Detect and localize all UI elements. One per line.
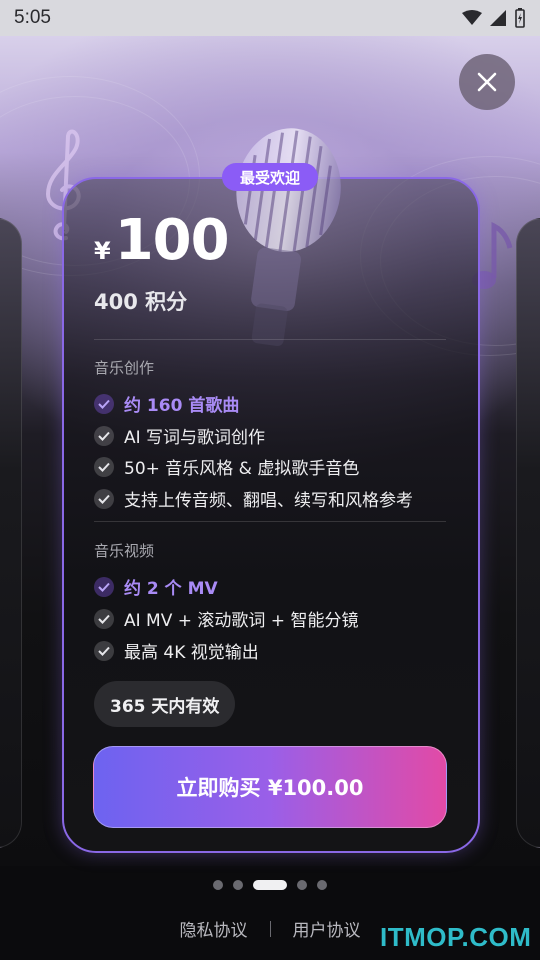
page-dot-active[interactable] xyxy=(253,880,287,890)
divider xyxy=(94,339,446,340)
wifi-icon xyxy=(462,10,482,25)
feature-item: AI 写词与歌词创作 xyxy=(94,423,265,448)
status-time: 5:05 xyxy=(14,7,51,28)
check-icon xyxy=(94,425,114,446)
feature-text: 支持上传音频、翻唱、续写和风格参考 xyxy=(124,491,413,511)
popular-badge: 最受欢迎 xyxy=(222,163,318,191)
page-dot[interactable] xyxy=(297,880,307,890)
footer-separator xyxy=(269,920,271,937)
feature-item: 支持上传音频、翻唱、续写和风格参考 xyxy=(94,486,413,511)
feature-item: 约 2 个 MV xyxy=(94,574,218,599)
section-title-music-creation: 音乐创作 xyxy=(94,359,155,377)
page-dot[interactable] xyxy=(233,880,243,890)
feature-item: AI MV + 滚动歌词 + 智能分镜 xyxy=(94,606,358,631)
privacy-link[interactable]: 隐私协议 xyxy=(180,916,248,941)
next-plan-card[interactable] xyxy=(516,218,540,848)
status-icons xyxy=(462,8,526,28)
feature-item: 约 160 首歌曲 xyxy=(94,391,239,416)
battery-icon xyxy=(515,8,525,28)
prev-plan-card[interactable] xyxy=(0,218,22,848)
page-indicator xyxy=(0,880,540,890)
signal-icon xyxy=(490,10,506,26)
close-icon xyxy=(477,72,497,92)
check-icon xyxy=(94,456,114,477)
price: ¥ 100 xyxy=(94,208,230,273)
watermark: ITMOP.COM xyxy=(380,922,532,952)
divider xyxy=(94,521,446,522)
feature-text: 约 2 个 MV xyxy=(124,579,218,599)
feature-text: 50+ 音乐风格 & 虚拟歌手音色 xyxy=(124,459,360,479)
price-amount: 100 xyxy=(114,208,230,273)
microphone-illustration xyxy=(236,128,341,347)
check-icon xyxy=(94,488,114,509)
validity-badge: 365 天内有效 xyxy=(94,681,236,727)
points-label: 400 积分 xyxy=(94,290,188,314)
check-icon xyxy=(94,393,114,414)
check-icon xyxy=(94,608,114,629)
feature-text: AI 写词与歌词创作 xyxy=(124,428,266,448)
feature-text: 约 160 首歌曲 xyxy=(124,396,240,416)
close-button[interactable] xyxy=(459,54,515,110)
feature-item: 最高 4K 视觉输出 xyxy=(94,638,259,663)
page-dot[interactable] xyxy=(317,880,327,890)
check-icon xyxy=(94,576,114,597)
feature-text: 最高 4K 视觉输出 xyxy=(124,643,259,663)
buy-button[interactable]: 立即购买 ¥100.00 xyxy=(93,746,447,828)
page-dot[interactable] xyxy=(213,880,223,890)
check-icon xyxy=(94,640,114,661)
section-title-music-video: 音乐视频 xyxy=(94,542,155,560)
feature-text: AI MV + 滚动歌词 + 智能分镜 xyxy=(124,611,359,631)
status-bar: 5:05 xyxy=(0,0,540,36)
currency-symbol: ¥ xyxy=(94,237,111,265)
user-agreement-link[interactable]: 用户协议 xyxy=(293,916,361,941)
feature-item: 50+ 音乐风格 & 虚拟歌手音色 xyxy=(94,454,359,479)
